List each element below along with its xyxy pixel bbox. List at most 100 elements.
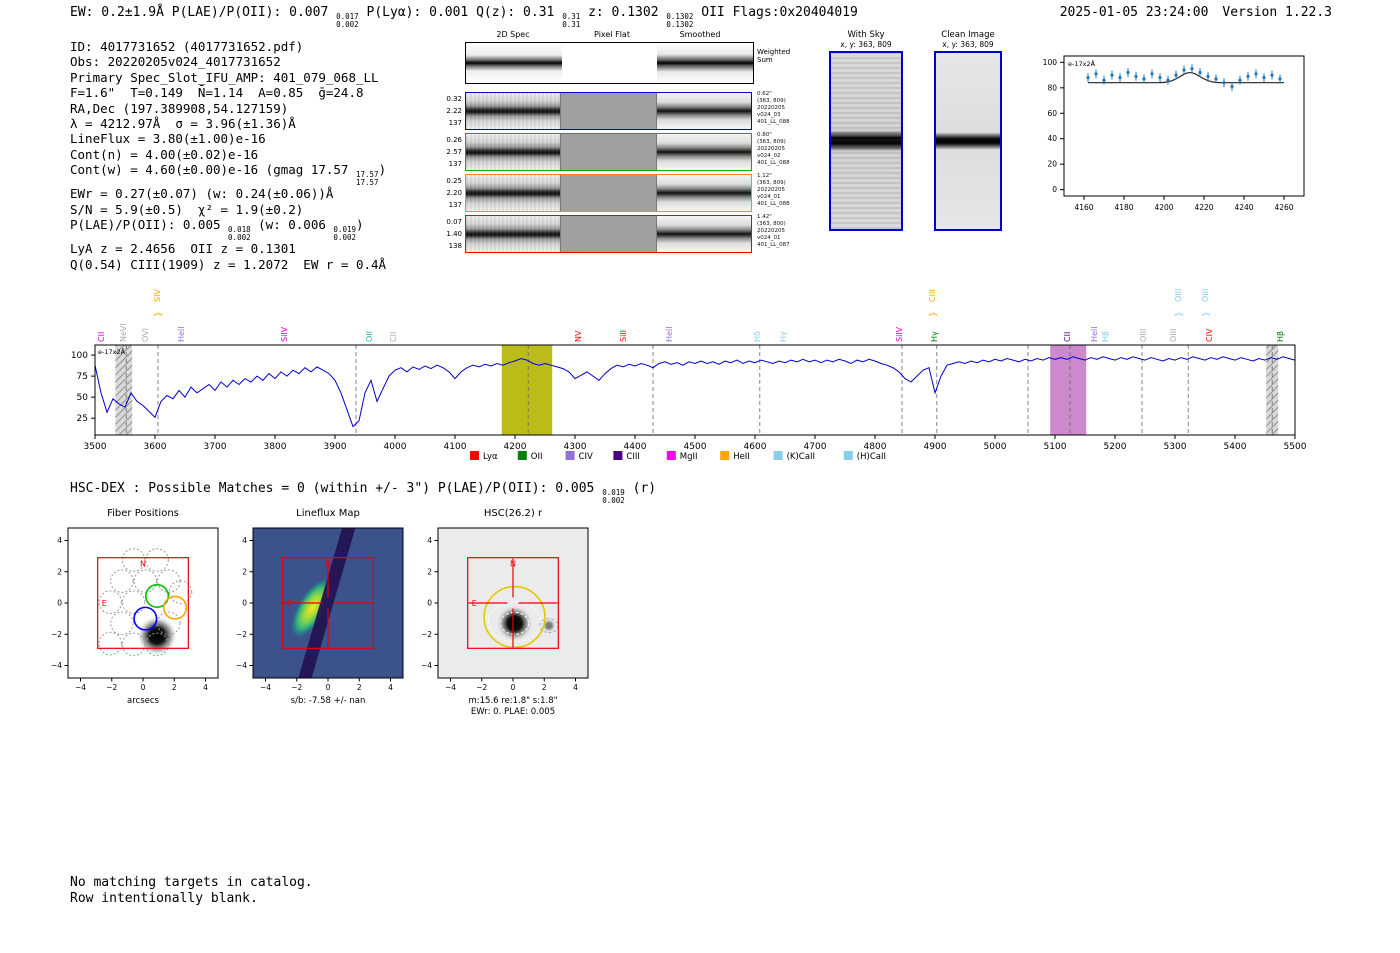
emission-line-label: OIII [1139, 329, 1148, 342]
cutout-row-left-labels: 0.26 2.57 137 [440, 134, 462, 170]
clean-image-coords: x, y: 363, 809 [942, 40, 994, 49]
cutout-2dspec-image [466, 134, 561, 170]
compass-east-label: E [287, 599, 292, 608]
emission-line-label: Hγ [779, 331, 788, 342]
emission-line-label: Hδ [753, 331, 762, 342]
cutout-left-value: 0.26 [446, 136, 462, 144]
y-tick-label: −2 [51, 630, 62, 639]
emission-line-label: SIV [153, 289, 162, 302]
cutout-right-value: 20220205 [757, 187, 785, 193]
cutout-right-value: 401_LL_087 [757, 242, 790, 248]
x-tick-label: 3600 [144, 442, 167, 452]
col-header-2dspec: 2D Spec [496, 30, 530, 39]
cutout-right-value: (363, 809) [757, 180, 786, 186]
data-point [1190, 67, 1194, 71]
x-tick-label: −2 [476, 683, 487, 692]
y-tick-label: 25 [77, 414, 88, 424]
stacked-fraction: 0.31 0.31 [562, 13, 580, 28]
clean-image-title: Clean Image [941, 30, 995, 40]
x-tick-label: 4260 [1274, 203, 1293, 212]
legend-label: (H)CaII [857, 452, 886, 462]
x-tick-label: 5400 [1224, 442, 1247, 452]
x-tick-label: 3700 [204, 442, 227, 452]
y-tick-label: −4 [236, 661, 247, 670]
x-tick-label: 4180 [1114, 203, 1133, 212]
hsc-image-panel: N E HSC(26.2) r −4 −4 −2 −2 0 0 2 2 4 4 m:15.6 re:1.8… [421, 508, 589, 717]
with-sky-panel: With Sky x, y: 363, 809 [826, 30, 906, 231]
info-line: RA,Dec (197.389908,54.127159) [70, 100, 289, 116]
line-label-brace: } [1175, 311, 1185, 317]
cutout-right-value: 401_LL_088 [757, 201, 790, 207]
legend-label: CIII [626, 452, 639, 462]
weighted-smoothed-image [657, 43, 754, 83]
cutout-right-value: 20220205 [757, 105, 785, 111]
emission-line-label: SiIV [280, 326, 289, 342]
x-tick-label: −2 [106, 683, 117, 692]
stacked-fraction: 0.017 0.002 [336, 13, 359, 28]
panel-caption: m:15.6 re:1.8" s:1.8" [468, 696, 557, 706]
cutout-pixelflat-image [560, 216, 657, 252]
cutout-right-value: 1.12" [757, 173, 772, 179]
span-el: 0.002 [333, 232, 356, 242]
y-tick-label: −4 [421, 661, 432, 670]
cutout-row [465, 215, 752, 253]
cutout-row-right-labels: 0.62" (363, 809) 20220205 v024_03 401_LL_088 [757, 91, 832, 126]
x-tick-label: 4500 [684, 442, 707, 452]
legend-label: CIV [579, 452, 593, 462]
y-tick-label: 4 [427, 536, 432, 545]
panel-caption: s/b: -7.58 +/- nan [291, 696, 366, 706]
legend-label: (K)CaII [787, 452, 815, 462]
cutout-pixelflat-image [560, 93, 657, 129]
x-tick-label: 2 [357, 683, 362, 692]
emission-line-label: SiIV [895, 326, 904, 342]
info-line: λ = 4212.97Å σ = 3.96(±1.36)Å [70, 116, 296, 132]
x-tick-label: 0 [326, 683, 331, 692]
x-tick-label: 2 [542, 683, 547, 692]
cutout-left-value: 0.25 [446, 177, 462, 185]
y-tick-label: 20 [1047, 160, 1057, 169]
x-tick-label: 5200 [1104, 442, 1127, 452]
compass-north-label: N [510, 560, 516, 569]
cutout-2dspec-image [466, 175, 561, 211]
emission-line-label: HeII [1090, 326, 1099, 342]
y-tick-label: 4 [57, 536, 62, 545]
cutout-right-value: 20220205 [757, 146, 785, 152]
info-line: P(LAE)/P(OII): 0.005 0.018 0.002 (w: 0.00… [70, 217, 364, 242]
y-tick-label: 2 [57, 567, 62, 576]
with-sky-image [829, 51, 903, 231]
x-tick-label: 4 [388, 683, 393, 692]
cutout-row-right-labels: 0.80" (363, 809) 20220205 v024_02 401_LL_088 [757, 132, 832, 167]
data-point [1158, 76, 1162, 80]
x-tick-label: 4 [573, 683, 578, 692]
full-spectrum-plot: 3500 3600 3700 3800 3900 4000 4100 4200 4300 4400… [71, 289, 1307, 462]
compass-east-label: E [102, 599, 107, 608]
stacked-fraction: 0.019 0.002 [602, 489, 625, 504]
x-tick-label: 5500 [1284, 442, 1307, 452]
y-tick-label: 100 [71, 351, 88, 361]
weighted-gap [561, 43, 658, 83]
span-el: 0.002 [602, 495, 625, 505]
cutout-row-right-labels: 1.42" (363, 800) 20220205 v024_01 401_LL_087 [757, 214, 832, 249]
y-tick-label: −2 [236, 630, 247, 639]
cutout-left-value: 1.40 [446, 230, 462, 238]
info-line: Primary Spec_Slot_IFU_AMP: 401_079_068_L… [70, 69, 379, 85]
header-summary: EW: 0.2±1.9Å P(LAE)/P(OII): 0.007 0.017 0… [70, 5, 858, 29]
cutout-row-left-labels: 0.07 1.40 138 [440, 216, 462, 252]
data-point [1142, 77, 1146, 81]
info-line: ID: 4017731652 (4017731652.pdf) [70, 39, 304, 54]
panel-title: Fiber Positions [107, 508, 179, 519]
data-point [1134, 74, 1138, 78]
cutout-smoothed-image [656, 93, 751, 129]
x-tick-label: 5300 [1164, 442, 1187, 452]
x-tick-label: 0 [141, 683, 146, 692]
data-point [1182, 68, 1186, 72]
stacked-fraction: 0.1302 0.1302 [666, 13, 693, 28]
y-tick-label: 0 [242, 599, 247, 608]
y-tick-label: 4 [242, 536, 247, 545]
detection-info-block: ID: 4017731652 (4017731652.pdf) Obs: 2022… [70, 39, 386, 272]
data-point [1174, 73, 1178, 77]
cutout-left-value: 138 [448, 242, 462, 250]
data-point [1094, 72, 1098, 76]
cutout-right-value: v024_03 [757, 112, 781, 118]
x-tick-label: 5100 [1044, 442, 1067, 452]
